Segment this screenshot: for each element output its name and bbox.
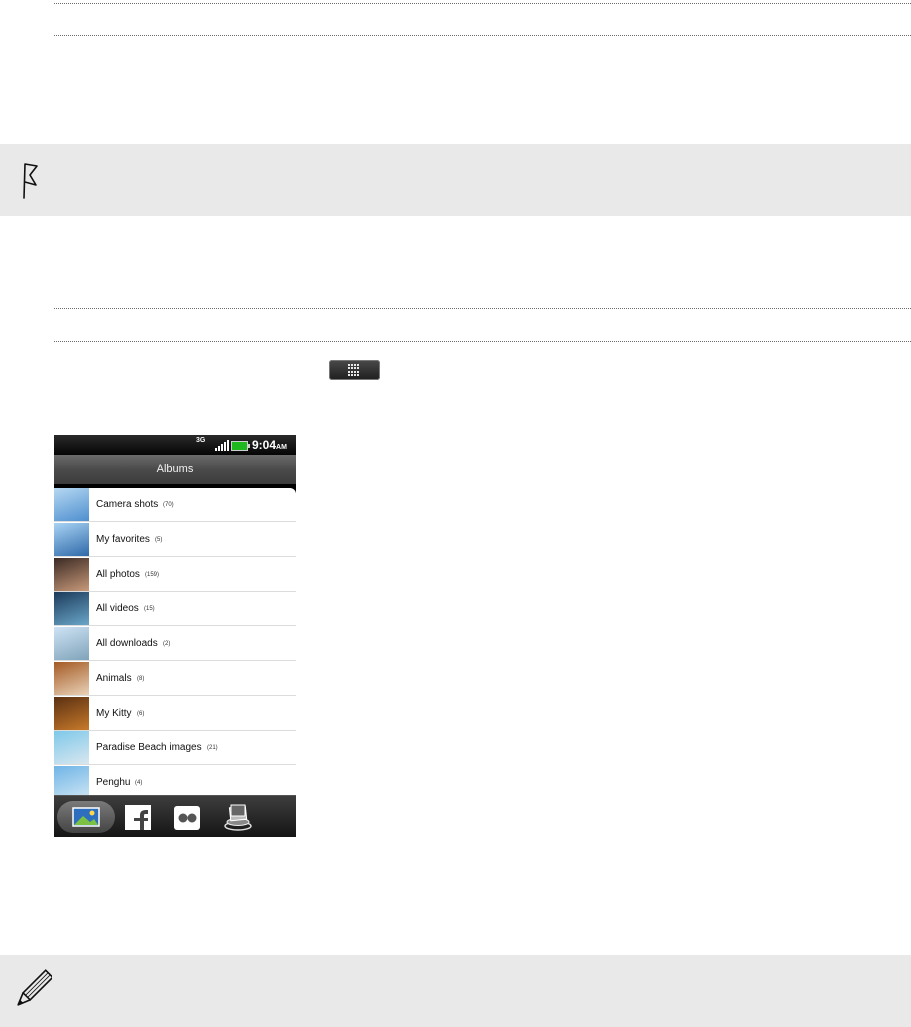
flickr-tab[interactable] xyxy=(168,801,208,833)
album-thumbnail xyxy=(54,731,89,764)
pencil-icon xyxy=(17,969,52,1006)
albums-screenshot: 3G 9:04AM Albums Camera shots (70) My favo… xyxy=(54,435,296,837)
section-rule-3 xyxy=(54,308,911,309)
album-row[interactable]: Paradise Beach images (21) xyxy=(54,731,296,765)
album-name: All photos xyxy=(96,569,140,580)
flag-icon xyxy=(23,163,38,199)
flickr-icon xyxy=(174,806,200,830)
album-row[interactable]: All photos (159) xyxy=(54,558,296,592)
facebook-icon xyxy=(125,805,151,830)
album-name: Penghu xyxy=(96,777,131,788)
section-rule-4 xyxy=(54,341,911,342)
album-row[interactable]: All downloads (2) xyxy=(54,627,296,661)
album-name: Paradise Beach images xyxy=(96,742,202,753)
album-thumbnail xyxy=(54,488,89,521)
battery-icon xyxy=(231,441,250,451)
album-count: (5) xyxy=(155,537,163,543)
album-row[interactable]: Camera shots (70) xyxy=(54,488,296,522)
album-count: (8) xyxy=(137,676,145,682)
clock: 9:04AM xyxy=(252,438,287,452)
album-count: (4) xyxy=(135,780,143,786)
tip-callout xyxy=(0,144,911,216)
album-count: (70) xyxy=(163,502,174,508)
album-row[interactable]: All videos (15) xyxy=(54,592,296,626)
album-count: (15) xyxy=(144,606,155,612)
note-callout xyxy=(0,955,911,1027)
section-rule-1 xyxy=(54,3,911,4)
source-tab-bar xyxy=(54,795,296,837)
facebook-tab[interactable] xyxy=(120,801,160,833)
album-thumbnail xyxy=(54,523,89,556)
signal-icon xyxy=(215,440,229,451)
album-row[interactable]: My favorites (5) xyxy=(54,523,296,557)
album-count: (21) xyxy=(207,745,218,751)
album-thumbnail xyxy=(54,662,89,695)
album-count: (6) xyxy=(137,711,145,717)
album-name: All downloads xyxy=(96,638,158,649)
all-apps-key-icon xyxy=(329,360,380,380)
album-thumbnail xyxy=(54,558,89,591)
gallery-tab[interactable] xyxy=(57,801,115,833)
album-thumbnail xyxy=(54,697,89,730)
network-indicator: 3G xyxy=(196,437,206,444)
gallery-icon xyxy=(72,807,100,827)
stack-icon xyxy=(224,804,252,831)
album-name: My Kitty xyxy=(96,708,132,719)
album-name: Animals xyxy=(96,673,132,684)
album-count: (159) xyxy=(145,572,160,578)
album-count: (2) xyxy=(163,641,171,647)
album-name: Camera shots xyxy=(96,499,159,510)
album-name: All videos xyxy=(96,603,139,614)
stack-tab[interactable] xyxy=(218,801,258,833)
album-name: My favorites xyxy=(96,534,150,545)
section-rule-2 xyxy=(54,35,911,36)
status-bar: 3G 9:04AM xyxy=(54,435,296,455)
albums-title: Albums xyxy=(54,455,296,484)
album-list: Camera shots (70) My favorites (5) All photo… xyxy=(54,488,296,833)
album-thumbnail xyxy=(54,627,89,660)
album-row[interactable]: Animals (8) xyxy=(54,662,296,696)
album-row[interactable]: My Kitty (6) xyxy=(54,697,296,731)
album-thumbnail xyxy=(54,592,89,625)
